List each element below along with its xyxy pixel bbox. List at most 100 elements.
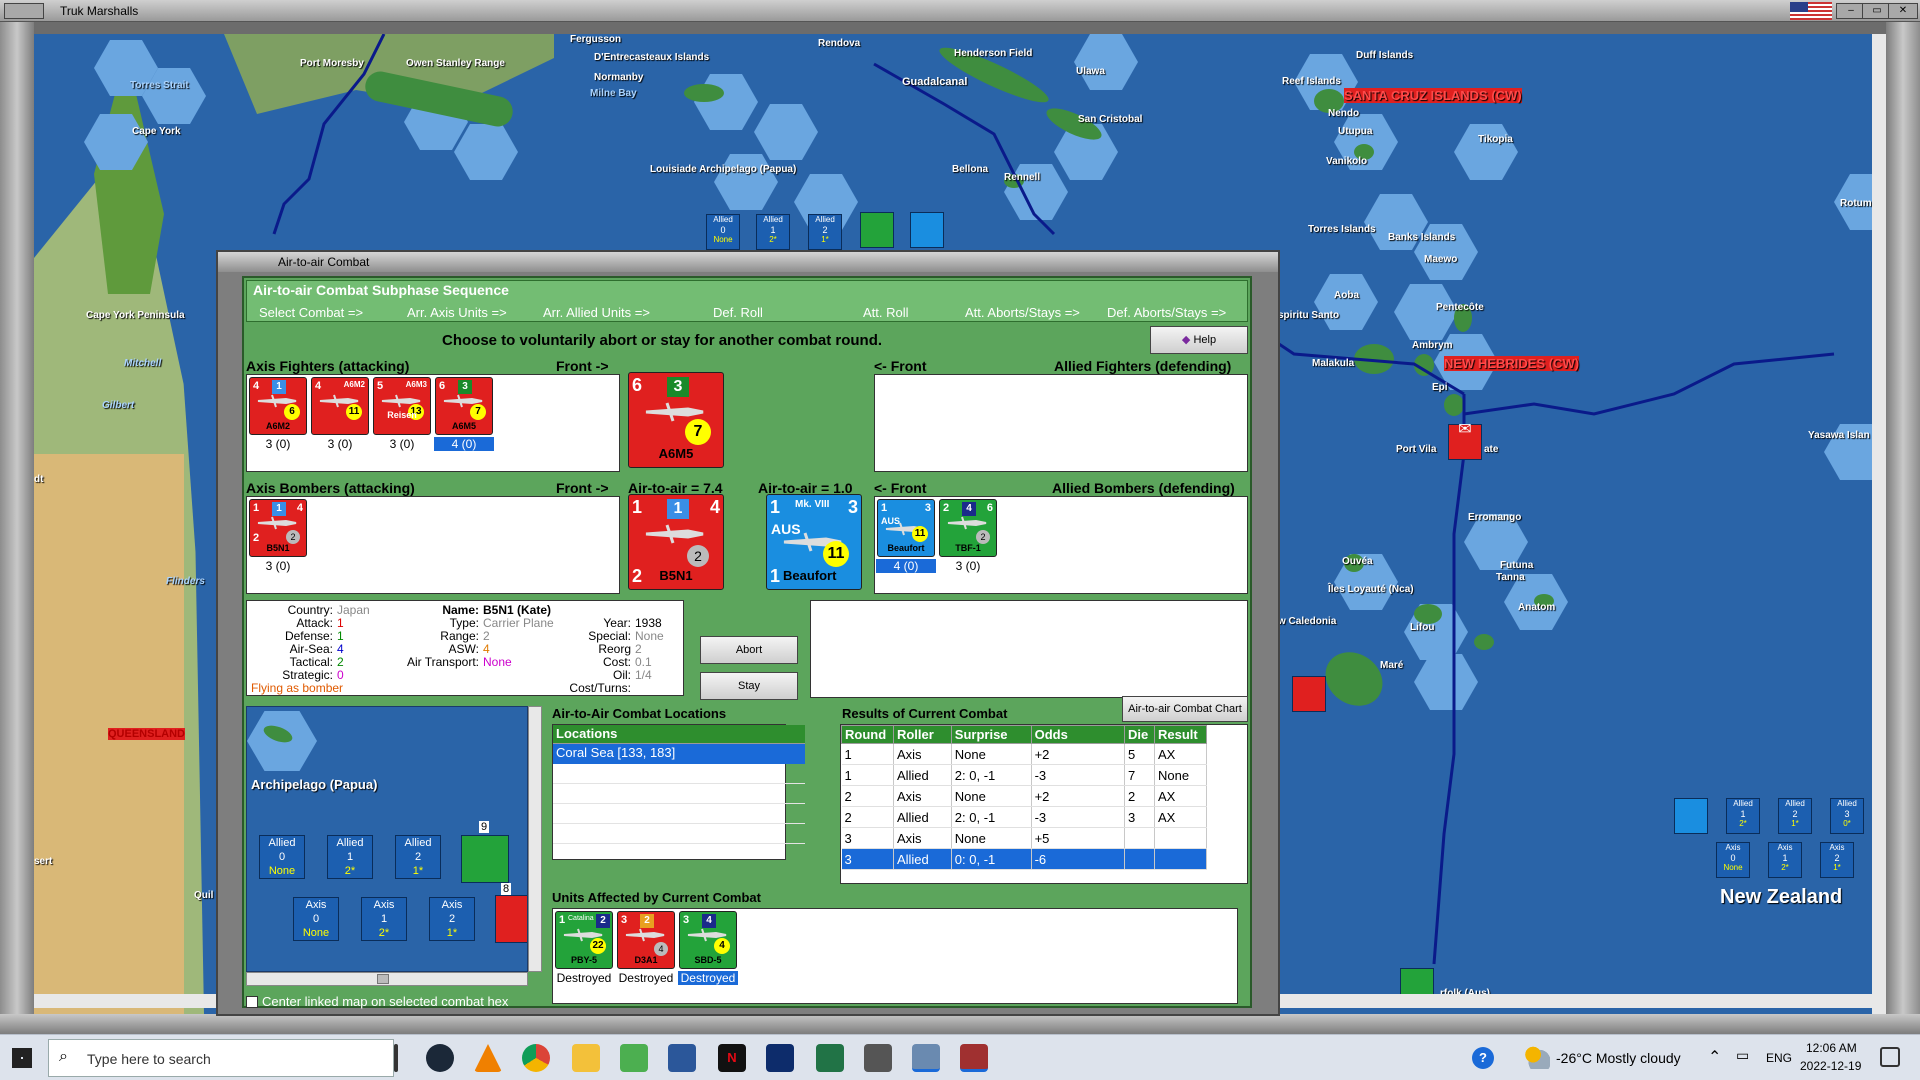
- map-label: Fergusson: [570, 34, 622, 45]
- front-label: <- Front: [874, 480, 927, 496]
- map-label: Îles Loyauté (Nca): [1328, 584, 1414, 595]
- results-header: Round: [841, 725, 894, 744]
- clock-time[interactable]: 12:06 AM: [1806, 1041, 1857, 1055]
- system-menu-button[interactable]: [4, 3, 44, 19]
- map-label: dt: [34, 474, 44, 485]
- unit-counter[interactable]: 1 3 AUS 11 Beaufort: [877, 499, 935, 557]
- unit-counter[interactable]: 6 3 7 A6M5: [435, 377, 493, 435]
- front-label: <- Front: [874, 358, 927, 374]
- selected-axis-bomber-counter[interactable]: 1 4 2 1 2 B5N1: [628, 494, 724, 590]
- minimap[interactable]: Archipelago (Papua) Allied 0 None Allied 1 2…: [246, 706, 528, 972]
- minimap-stack-counter[interactable]: Allied 0 None: [259, 835, 305, 879]
- results-row[interactable]: 1 Axis None +2 5 AX: [841, 743, 1207, 765]
- unit-counter[interactable]: 3 4 4 SBD-5: [679, 911, 737, 969]
- selected-axis-fighter-counter[interactable]: 6 3 7 A6M5: [628, 372, 724, 468]
- unit-status-label: Destroyed: [678, 971, 738, 985]
- vlc-icon[interactable]: [474, 1044, 502, 1072]
- game-icon[interactable]: [960, 1044, 988, 1072]
- allied-bombers-box[interactable]: 1 3 AUS 11 Beaufort 4 (0) 2 6 4 2 TBF-1 3 (0): [874, 496, 1248, 594]
- axis-bombers-box[interactable]: 1 4 2 1 2 B5N1 3 (0): [246, 496, 620, 594]
- help-tray-icon[interactable]: ?: [1472, 1047, 1494, 1069]
- disney-icon[interactable]: [766, 1044, 794, 1072]
- weather-icon[interactable]: [1524, 1045, 1550, 1069]
- stack-count: 8: [501, 883, 512, 895]
- results-row[interactable]: 3 Allied 0: 0, -1 -6: [841, 848, 1207, 870]
- stay-button[interactable]: Stay: [700, 672, 798, 700]
- results-row[interactable]: 3 Axis None +5: [841, 827, 1207, 849]
- unit-counter[interactable]: 5 A6M3 13 Reisen: [373, 377, 431, 435]
- unit-counter[interactable]: 4 A6M2 11: [311, 377, 369, 435]
- axis-fighters-box[interactable]: 4 1 6 A6M2 3 (0) 4 A6M2 11 3 (0) 5 A6M3 13 Reise…: [246, 374, 620, 472]
- map-stack-counter[interactable]: Axis 0 None: [1716, 842, 1750, 878]
- language-indicator[interactable]: ENG: [1766, 1051, 1792, 1065]
- minimap-unit-counter[interactable]: [461, 835, 509, 883]
- map-stack-counter[interactable]: Axis 2 1*: [1820, 842, 1854, 878]
- minimap-stack-counter[interactable]: Allied 1 2*: [327, 835, 373, 879]
- close-button[interactable]: ✕: [1888, 3, 1918, 19]
- weather-text[interactable]: -26°C Mostly cloudy: [1556, 1050, 1681, 1066]
- task-view-icon[interactable]: [394, 1044, 398, 1072]
- windows-start-icon[interactable]: [12, 1048, 32, 1068]
- map-unit-counter[interactable]: [910, 212, 944, 248]
- map-unit-counter[interactable]: [860, 212, 894, 248]
- chevron-up-icon[interactable]: ⌃: [1708, 1047, 1721, 1067]
- map-stack-counter[interactable]: Allied 2 1*: [1778, 798, 1812, 834]
- center-linked-checkbox[interactable]: [246, 996, 258, 1008]
- results-row[interactable]: 1 Allied 2: 0, -1 -3 7 None: [841, 764, 1207, 786]
- abort-button[interactable]: Abort: [700, 636, 798, 664]
- notification-icon[interactable]: [1880, 1047, 1900, 1067]
- map-stack-counter[interactable]: Allied 3 0*: [1830, 798, 1864, 834]
- calculator-icon[interactable]: [864, 1044, 892, 1072]
- results-row[interactable]: 2 Axis None +2 2 AX: [841, 785, 1207, 807]
- network-icon[interactable]: ▭: [1736, 1047, 1749, 1064]
- netflix-icon[interactable]: N: [718, 1044, 746, 1072]
- map-unit-counter[interactable]: ✉: [1448, 422, 1482, 460]
- map-stack-counter[interactable]: Allied 0 None: [706, 214, 740, 250]
- clock-date[interactable]: 2022-12-19: [1800, 1059, 1861, 1073]
- map-stack-counter[interactable]: Allied 1 2*: [1726, 798, 1760, 834]
- minimap-unit-counter[interactable]: [495, 895, 527, 943]
- minimap-horizontal-scrollbar[interactable]: [246, 972, 528, 986]
- unit-counter[interactable]: 1 Catalina 2 22 PBY-5: [555, 911, 613, 969]
- editor-icon[interactable]: [620, 1044, 648, 1072]
- steam-icon[interactable]: [426, 1044, 454, 1072]
- combat-chart-button[interactable]: Air-to-air Combat Chart: [1122, 696, 1248, 722]
- help-button[interactable]: ◆ Help: [1150, 326, 1248, 354]
- selected-allied-bomber-counter[interactable]: 1 3 1 Mk. VIII AUS 11 Beaufort: [766, 494, 862, 590]
- chrome-icon[interactable]: [522, 1044, 550, 1072]
- unit-counter[interactable]: 2 6 4 2 TBF-1: [939, 499, 997, 557]
- map-stack-counter[interactable]: Axis 1 2*: [1768, 842, 1802, 878]
- allied-fighters-box[interactable]: [874, 374, 1248, 472]
- unit-counter[interactable]: 1 4 2 1 2 B5N1: [249, 499, 307, 557]
- front-label: Front ->: [556, 480, 609, 496]
- unit-counter[interactable]: 3 2 4 D3A1: [617, 911, 675, 969]
- minimap-stack-counter[interactable]: Axis 2 1*: [429, 897, 475, 941]
- results-table: Round Roller Surprise Odds Die Result 1A…: [841, 725, 1207, 870]
- allied-bombers-label: Allied Bombers (defending): [1052, 480, 1235, 496]
- map-stack-counter[interactable]: Allied 1 2*: [756, 214, 790, 250]
- results-row[interactable]: 2 Allied 2: 0, -1 -3 3 AX: [841, 806, 1207, 828]
- word-icon[interactable]: [668, 1044, 696, 1072]
- affected-units-box[interactable]: 1 Catalina 2 22 PBY-5 Destroyed 3 2 4 D3A1 Dest…: [552, 908, 1238, 1004]
- sequence-step: Select Combat =>: [259, 305, 364, 320]
- excel-icon[interactable]: [816, 1044, 844, 1072]
- results-header: Die: [1124, 725, 1156, 744]
- map-vertical-scrollbar[interactable]: [1872, 34, 1886, 1014]
- taskbar-search-box[interactable]: ⌕ Type here to search: [48, 1039, 394, 1077]
- minimap-stack-counter[interactable]: Allied 2 1*: [395, 835, 441, 879]
- dialog-body: Air-to-air Combat Subphase Sequence Sele…: [242, 276, 1252, 1009]
- map-label: NEW HEBRIDES (CW): [1444, 356, 1580, 371]
- map-label: Flinders: [166, 576, 205, 587]
- app-window-icon[interactable]: [912, 1044, 940, 1072]
- file-explorer-icon[interactable]: [572, 1044, 600, 1072]
- minimap-stack-counter[interactable]: Axis 1 2*: [361, 897, 407, 941]
- minimap-stack-counter[interactable]: Axis 0 None: [293, 897, 339, 941]
- locations-list[interactable]: Locations Coral Sea [133, 183]: [552, 724, 805, 860]
- location-item[interactable]: Coral Sea [133, 183]: [553, 744, 805, 764]
- unit-counter[interactable]: 4 1 6 A6M2: [249, 377, 307, 435]
- map-unit-counter[interactable]: [1674, 798, 1708, 834]
- map-unit-counter[interactable]: [1292, 676, 1326, 712]
- map-stack-counter[interactable]: Allied 2 1*: [808, 214, 842, 250]
- frame-right: [1886, 22, 1920, 1014]
- minimap-vertical-scrollbar[interactable]: [528, 706, 542, 972]
